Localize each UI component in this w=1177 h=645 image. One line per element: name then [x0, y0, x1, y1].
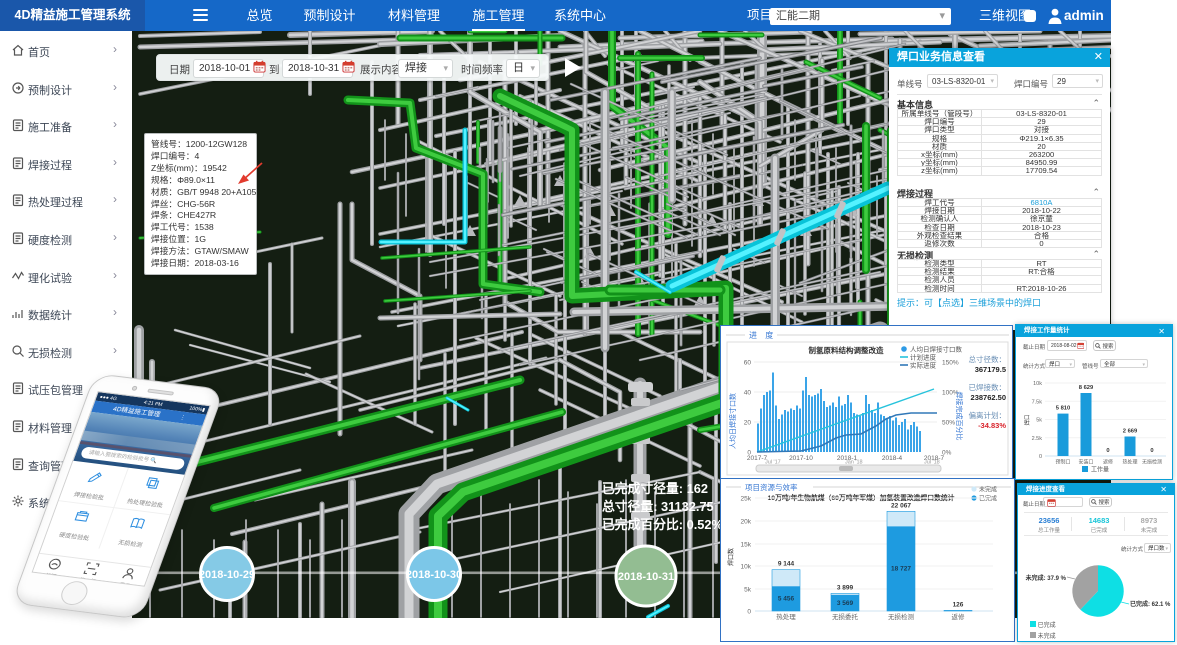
svg-text:0: 0 [1106, 448, 1109, 454]
svg-text:返修: 返修 [1103, 459, 1113, 466]
svg-text:20: 20 [744, 420, 752, 427]
svg-text:-34.83%: -34.83% [978, 421, 1006, 430]
svg-text:已完成: 62.1 %: 已完成: 62.1 % [1130, 600, 1171, 608]
svg-text:367179.5: 367179.5 [975, 365, 1006, 374]
svg-text:10k: 10k [741, 564, 752, 571]
svg-text:Jan '18: Jan '18 [845, 460, 863, 466]
svg-text:5k: 5k [1036, 418, 1042, 424]
svg-text:偏离计划：: 偏离计划： [969, 410, 1007, 420]
svg-text:50%: 50% [942, 420, 955, 427]
svg-text:5k: 5k [744, 587, 752, 594]
svg-text:热处理: 热处理 [1122, 459, 1137, 466]
svg-text:15k: 15k [741, 542, 752, 549]
svg-text:制氢原料结构调整改造: 制氢原料结构调整改造 [809, 345, 884, 355]
svg-text:5 456: 5 456 [778, 596, 795, 603]
svg-text:0: 0 [747, 609, 751, 616]
svg-text:2.5k: 2.5k [1032, 436, 1043, 442]
svg-text:150%: 150% [942, 360, 959, 367]
svg-text:7.5k: 7.5k [1032, 399, 1043, 405]
svg-text:焊口: 焊口 [1023, 414, 1031, 425]
svg-text:热处理: 热处理 [776, 612, 796, 621]
svg-text:22 067: 22 067 [891, 502, 911, 509]
svg-text:25k: 25k [741, 496, 752, 503]
svg-text:5 810: 5 810 [1056, 406, 1071, 412]
svg-text:焊接完成百分比: 焊接完成百分比 [955, 392, 964, 441]
svg-text:已完成百分比: 0.52%: 已完成百分比: 0.52% [602, 517, 724, 532]
svg-text:安装口: 安装口 [1078, 459, 1093, 466]
svg-text:2 669: 2 669 [1123, 429, 1138, 435]
svg-text:40: 40 [744, 390, 752, 397]
svg-text:项目资源与效率: 项目资源与效率 [745, 482, 798, 492]
svg-text:Jul '18: Jul '18 [924, 460, 940, 466]
svg-text:10k: 10k [1033, 381, 1042, 387]
svg-text:0: 0 [1150, 448, 1153, 454]
svg-text:0: 0 [1039, 454, 1042, 460]
svg-text:人均日焊接寸口数: 人均日焊接寸口数 [910, 345, 963, 354]
svg-text:无损检测: 无损检测 [888, 612, 915, 621]
svg-text:已完成寸径量: 162: 已完成寸径量: 162 [602, 481, 708, 496]
svg-text:预制口: 预制口 [1055, 459, 1070, 466]
svg-text:60: 60 [744, 360, 752, 367]
svg-text:总寸径量: 31132.75: 总寸径量: 31132.75 [602, 499, 714, 514]
svg-text:工作量: 工作量 [1091, 466, 1109, 474]
svg-text:2017-10: 2017-10 [789, 455, 813, 462]
svg-text:18 727: 18 727 [891, 566, 911, 573]
svg-text:进 度: 进 度 [749, 330, 776, 340]
svg-text:总寸径数：: 总寸径数： [969, 354, 1007, 364]
svg-text:无损检测: 无损检测 [1142, 459, 1162, 466]
svg-text:2018-10-30: 2018-10-30 [406, 569, 462, 581]
svg-text:Jul '17: Jul '17 [765, 460, 781, 466]
svg-text:2018-10-31: 2018-10-31 [618, 571, 674, 583]
svg-text:3 569: 3 569 [837, 600, 854, 607]
svg-text:3 899: 3 899 [837, 584, 854, 591]
svg-text:8 629: 8 629 [1079, 385, 1094, 391]
svg-text:2018-4: 2018-4 [882, 455, 903, 462]
svg-text:焊口数: 焊口数 [727, 548, 735, 566]
svg-text:20k: 20k [741, 519, 752, 526]
svg-text:238762.50: 238762.50 [971, 393, 1006, 402]
svg-text:未完成: 37.9 %: 未完成: 37.9 % [1026, 574, 1067, 582]
svg-text:未完成: 未完成 [979, 486, 997, 494]
svg-text:126: 126 [953, 601, 964, 608]
svg-text:计划进度: 计划进度 [910, 353, 937, 362]
svg-text:9 144: 9 144 [778, 561, 795, 568]
svg-text:无损委托: 无损委托 [832, 612, 859, 621]
svg-text:已焊接数：: 已焊接数： [969, 382, 1007, 392]
svg-text:返修: 返修 [952, 612, 966, 621]
svg-text:2018-10-29: 2018-10-29 [199, 569, 255, 581]
svg-text:人均日焊接寸口数: 人均日焊接寸口数 [728, 393, 737, 449]
